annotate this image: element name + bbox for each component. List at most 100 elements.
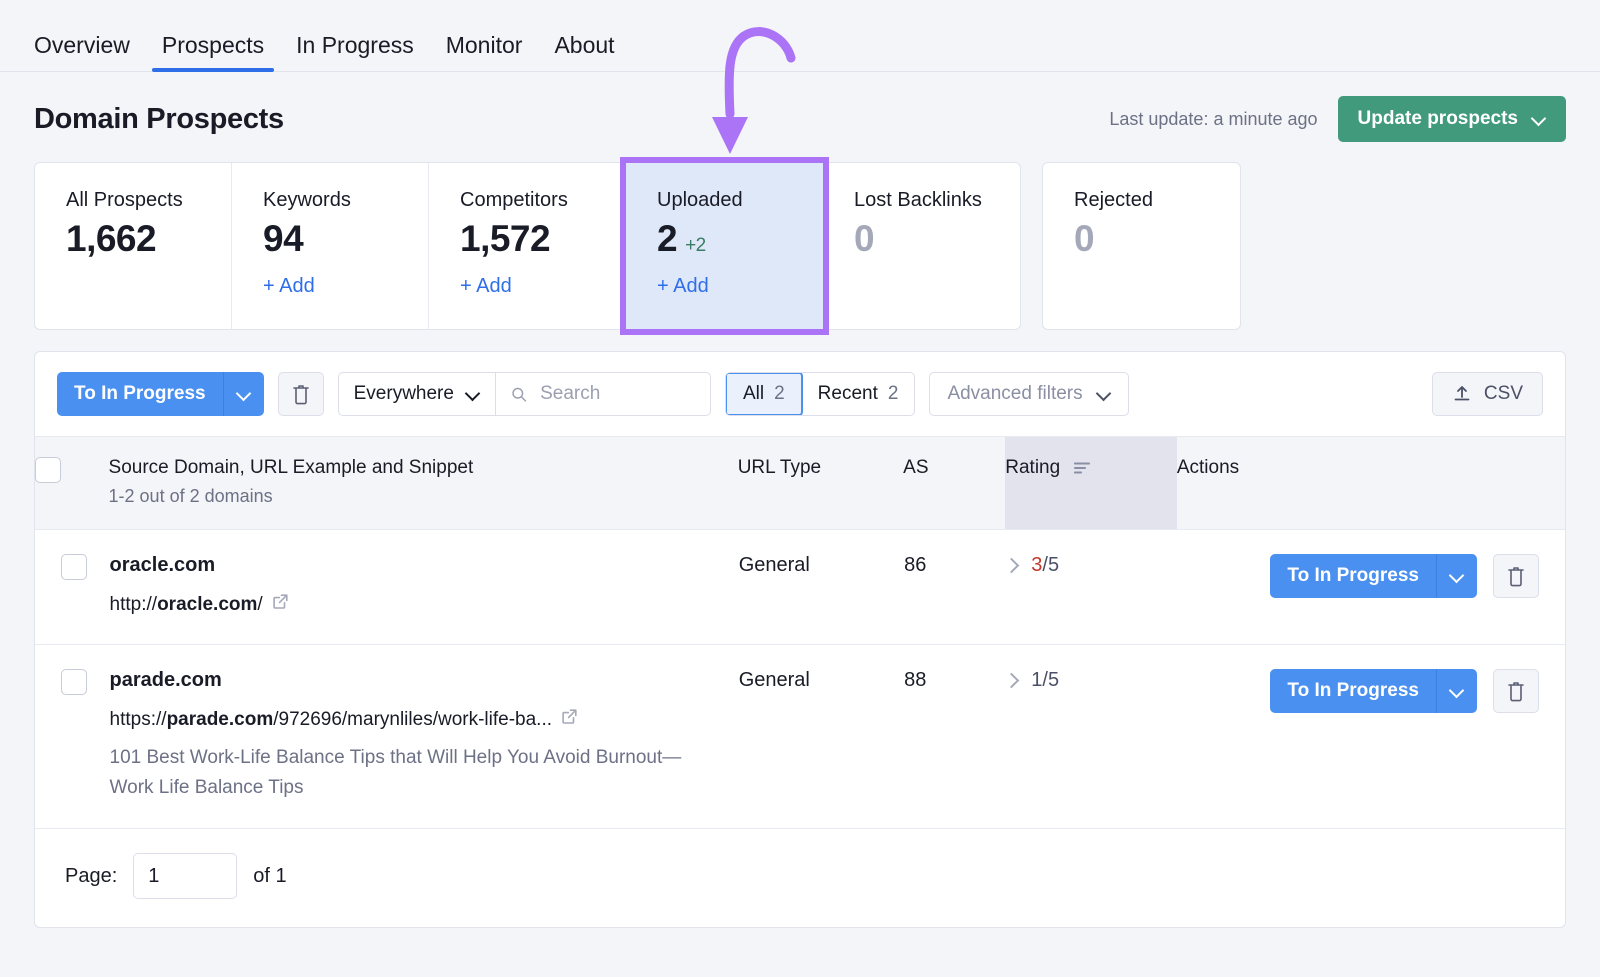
stat-card-all-prospects[interactable]: All Prospects 1,662 — [35, 163, 232, 329]
row-delete-button[interactable] — [1493, 668, 1539, 713]
trash-icon — [1508, 681, 1524, 702]
external-link-icon[interactable] — [561, 708, 578, 725]
update-prospects-label: Update prospects — [1357, 108, 1518, 129]
rating-score: 3 — [1031, 554, 1043, 576]
stat-card-value-wrap: 2 +2 — [657, 218, 822, 261]
external-link-icon[interactable] — [272, 593, 289, 610]
rating-column-label: Rating — [1005, 457, 1061, 478]
example-url[interactable]: https://parade.com/972696/marynliles/wor… — [110, 708, 737, 733]
search-input[interactable] — [538, 382, 695, 406]
example-url[interactable]: http://oracle.com/ — [110, 593, 737, 618]
row-checkbox[interactable] — [61, 668, 87, 695]
select-all-checkbox[interactable] — [35, 457, 61, 483]
domain-name[interactable]: parade.com — [110, 669, 737, 692]
filter-segments: All 2 Recent 2 — [724, 372, 916, 416]
url-host: parade.com — [166, 708, 274, 730]
as-column-header[interactable]: AS — [903, 436, 1006, 530]
url-type-cell: General — [737, 644, 904, 830]
chevron-down-icon — [1532, 112, 1546, 126]
stat-card-group-primary: All Prospects 1,662 Keywords 94 + Add Competi… — [34, 157, 1021, 335]
prospects-panel: To In Progress Everywhere Al — [34, 351, 1566, 929]
update-prospects-button[interactable]: Update prospects — [1337, 96, 1566, 142]
table-header-row: Source Domain, URL Example and Snippet 1… — [35, 436, 1565, 530]
upload-icon — [1454, 386, 1470, 401]
stat-card-value-wrap: 94 — [263, 218, 428, 261]
page-header: Domain Prospects Last update: a minute a… — [0, 72, 1600, 144]
filter-segment-label: All — [742, 383, 765, 404]
table-header: Source Domain, URL Example and Snippet 1… — [35, 436, 1565, 530]
rating-value-wrap: 1/5 — [1031, 669, 1059, 692]
header-actions: Last update: a minute ago Update prospec… — [1109, 96, 1566, 142]
stat-card-rejected[interactable]: Rejected 0 — [1043, 163, 1240, 329]
stat-card-group-secondary: Rejected 0 — [1042, 162, 1241, 330]
stat-card-value: 0 — [854, 218, 875, 259]
bulk-to-in-progress-button[interactable]: To In Progress — [57, 372, 264, 416]
chevron-down-icon — [1450, 684, 1464, 698]
rating-value-wrap: 3/5 — [1031, 554, 1059, 577]
advanced-filters-button[interactable]: Advanced filters — [929, 372, 1129, 416]
authority-score-cell: 86 — [903, 529, 1006, 645]
row-delete-button[interactable] — [1493, 554, 1539, 598]
stat-card-add-link[interactable]: + Add — [460, 275, 512, 298]
row-checkbox[interactable] — [61, 554, 87, 580]
row-action-dropdown-toggle[interactable] — [1437, 554, 1477, 598]
actions-cell: To In Progress — [1176, 644, 1565, 830]
filter-segment-label: Recent — [817, 383, 878, 404]
row-to-in-progress-label[interactable]: To In Progress — [1270, 554, 1437, 598]
filter-segment-recent[interactable]: Recent 2 — [802, 373, 915, 415]
url-text: https://parade.com/972696/marynliles/wor… — [110, 708, 552, 733]
pagination: Page: of 1 — [35, 829, 1565, 927]
url-text: http://oracle.com/ — [110, 593, 263, 618]
table-toolbar: To In Progress Everywhere Al — [35, 352, 1565, 436]
stat-card-add-link[interactable]: + Add — [657, 275, 709, 298]
domain-name[interactable]: oracle.com — [110, 554, 737, 577]
rating-column-header[interactable]: Rating — [1005, 436, 1177, 530]
bulk-delete-button[interactable] — [277, 372, 324, 416]
stat-card-label: All Prospects — [66, 189, 183, 211]
nav-tab-monitor[interactable]: Monitor — [430, 34, 539, 71]
row-select-cell — [35, 529, 109, 645]
chevron-right-icon[interactable] — [1003, 672, 1020, 688]
rating-wrap: 3/5 — [1003, 554, 1176, 577]
stat-card-lost-backlinks[interactable]: Lost Backlinks 0 — [823, 163, 1020, 329]
page-total-label: of 1 — [253, 864, 287, 887]
row-to-in-progress-label[interactable]: To In Progress — [1270, 668, 1437, 713]
rating-cell: 1/5 — [1003, 644, 1177, 830]
row-to-in-progress-button[interactable]: To In Progress — [1270, 554, 1477, 598]
chevron-down-icon — [1097, 387, 1111, 401]
bulk-to-in-progress-label[interactable]: To In Progress — [57, 372, 224, 416]
stat-card-competitors[interactable]: Competitors 1,572 + Add — [429, 163, 626, 329]
page-number-input[interactable] — [133, 853, 238, 900]
actions-wrap: To In Progress — [1178, 668, 1539, 713]
actions-column-header: Actions — [1176, 436, 1565, 530]
bulk-action-dropdown-toggle[interactable] — [223, 372, 264, 416]
nav-tab-in-progress[interactable]: In Progress — [280, 34, 430, 71]
chevron-down-icon — [237, 387, 251, 401]
nav-tab-prospects[interactable]: Prospects — [146, 34, 280, 72]
url-path: /972696/marynliles/work-life-ba... — [273, 708, 553, 730]
scope-select[interactable]: Everywhere — [339, 373, 496, 415]
table-body: oracle.com http://oracle.com/General 86 3/5… — [35, 529, 1565, 830]
rating-wrap: 1/5 — [1003, 669, 1176, 692]
row-to-in-progress-button[interactable]: To In Progress — [1270, 668, 1477, 713]
export-csv-button[interactable]: CSV — [1431, 372, 1543, 416]
stat-card-uploaded[interactable]: Uploaded 2 +2 + Add — [620, 157, 829, 335]
main-navigation: Overview Prospects In Progress Monitor About — [0, 0, 1600, 72]
stat-card-add-link[interactable]: + Add — [263, 275, 315, 298]
row-action-dropdown-toggle[interactable] — [1437, 668, 1477, 713]
search-box[interactable] — [496, 373, 710, 415]
nav-tab-about[interactable]: About — [538, 34, 630, 71]
stat-card-label: Rejected — [1074, 189, 1153, 211]
chevron-right-icon[interactable] — [1003, 557, 1020, 574]
export-csv-label: CSV — [1483, 383, 1523, 404]
stat-card-keywords[interactable]: Keywords 94 + Add — [232, 163, 429, 329]
nav-tab-overview[interactable]: Overview — [34, 34, 146, 71]
source-column-header[interactable]: Source Domain, URL Example and Snippet 1… — [108, 436, 738, 530]
url-type-column-header[interactable]: URL Type — [737, 436, 904, 530]
filter-segment-all[interactable]: All 2 — [725, 373, 803, 415]
url-type-cell: General — [737, 529, 904, 645]
table-row: oracle.com http://oracle.com/General 86 3/5… — [35, 529, 1565, 645]
source-cell: oracle.com http://oracle.com/ — [108, 529, 738, 645]
table-row: parade.com https://parade.com/972696/mary… — [35, 644, 1565, 830]
